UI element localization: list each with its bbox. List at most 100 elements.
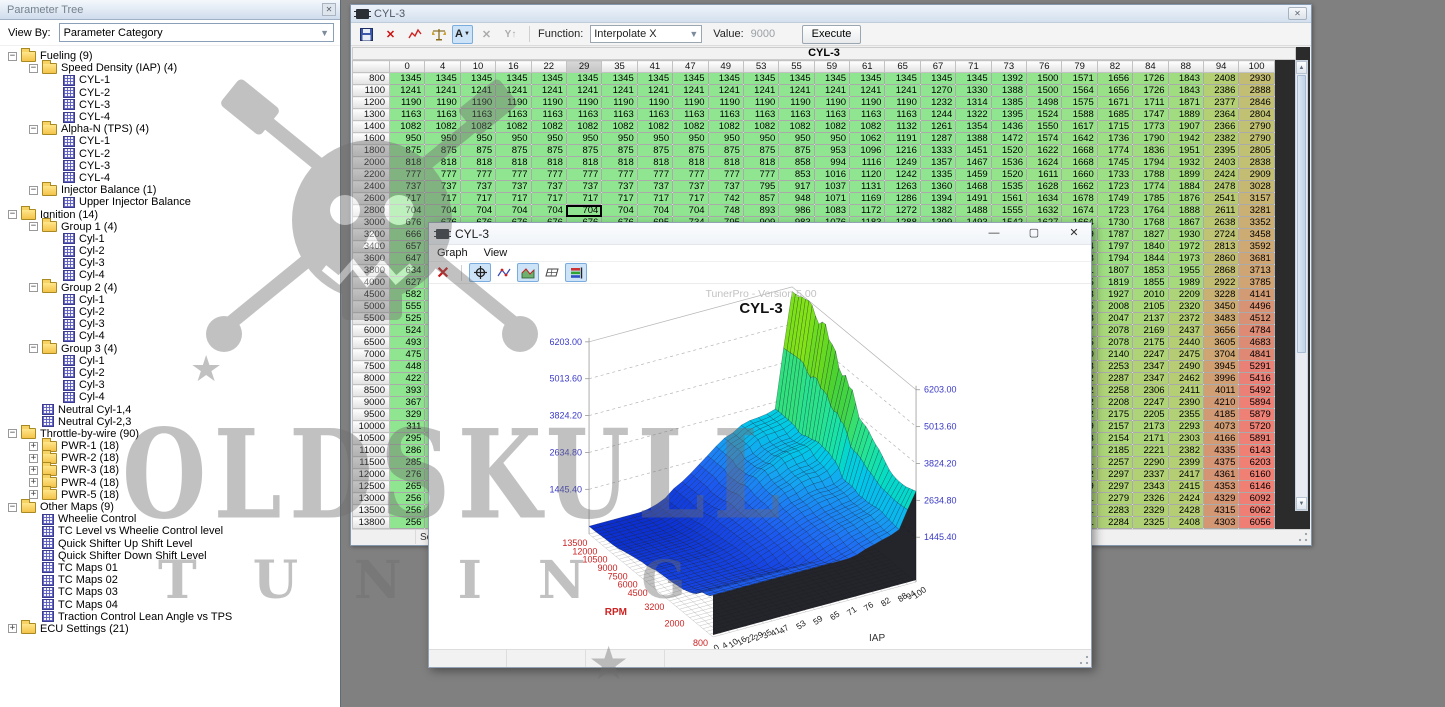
table-cell[interactable]: 2386 bbox=[1203, 85, 1238, 97]
table-cell[interactable]: 950 bbox=[602, 133, 637, 145]
edit-value-button[interactable]: A▼ bbox=[452, 25, 473, 44]
table-cell[interactable]: 1884 bbox=[1168, 181, 1203, 193]
table-cell[interactable]: 1574 bbox=[1027, 133, 1062, 145]
delete-button[interactable]: ✕ bbox=[380, 25, 401, 44]
tree-item[interactable]: +PWR-4 (18) bbox=[2, 477, 340, 489]
table-cell[interactable]: 1575 bbox=[1062, 97, 1097, 109]
table-cell[interactable]: 1249 bbox=[885, 157, 920, 169]
table-cell[interactable]: 6062 bbox=[1239, 505, 1274, 517]
table-cell[interactable]: 1270 bbox=[920, 85, 955, 97]
value-input[interactable]: 9000 bbox=[751, 28, 785, 40]
table-cell[interactable]: 1345 bbox=[779, 73, 814, 85]
table-cell[interactable]: 777 bbox=[496, 169, 531, 181]
color-levels-button[interactable] bbox=[565, 263, 587, 282]
row-header[interactable]: 7000 bbox=[353, 349, 390, 361]
table-cell[interactable]: 1345 bbox=[460, 73, 495, 85]
table-cell[interactable]: 1360 bbox=[920, 181, 955, 193]
table-cell[interactable]: 1241 bbox=[637, 85, 672, 97]
table-cell[interactable]: 1668 bbox=[1062, 157, 1097, 169]
table-cell[interactable]: 1345 bbox=[531, 73, 566, 85]
table-cell[interactable]: 1163 bbox=[390, 109, 425, 121]
table-cell[interactable]: 1836 bbox=[1133, 145, 1168, 157]
table-cell[interactable]: 777 bbox=[425, 169, 460, 181]
table-cell[interactable]: 1082 bbox=[708, 121, 743, 133]
table-cell[interactable]: 795 bbox=[743, 181, 778, 193]
table-cell[interactable]: 256 bbox=[390, 493, 425, 505]
table-cell[interactable]: 3681 bbox=[1239, 253, 1274, 265]
row-header[interactable]: 1200 bbox=[353, 97, 390, 109]
table-cell[interactable]: 2208 bbox=[1097, 397, 1132, 409]
table-cell[interactable]: 2008 bbox=[1097, 301, 1132, 313]
table-cell[interactable]: 4329 bbox=[1203, 493, 1238, 505]
column-header[interactable]: 49 bbox=[708, 61, 743, 73]
table-cell[interactable]: 2105 bbox=[1133, 301, 1168, 313]
column-header[interactable]: 76 bbox=[1027, 61, 1062, 73]
table-cell[interactable]: 893 bbox=[743, 205, 778, 217]
table-cell[interactable]: 1790 bbox=[1133, 133, 1168, 145]
table-cell[interactable]: 2377 bbox=[1203, 97, 1238, 109]
table-cell[interactable]: 737 bbox=[531, 181, 566, 193]
column-header[interactable]: 65 bbox=[885, 61, 920, 73]
tree-item[interactable]: CYL-1 bbox=[2, 135, 340, 147]
table-cell[interactable]: 717 bbox=[637, 193, 672, 205]
table-cell[interactable]: 2372 bbox=[1168, 313, 1203, 325]
table-cell[interactable]: 2287 bbox=[1097, 373, 1132, 385]
table-cell[interactable]: 1930 bbox=[1168, 229, 1203, 241]
table-cell[interactable]: 1794 bbox=[1133, 157, 1168, 169]
table-cell[interactable]: 1335 bbox=[920, 169, 955, 181]
tree-item[interactable]: Wheelie Control bbox=[2, 513, 340, 525]
table-cell[interactable]: 2403 bbox=[1203, 157, 1238, 169]
table-cell[interactable]: 2355 bbox=[1168, 409, 1203, 421]
tree-item[interactable]: −Throttle-by-wire (90) bbox=[2, 428, 340, 440]
table-cell[interactable]: 1774 bbox=[1097, 145, 1132, 157]
table-cell[interactable]: 875 bbox=[743, 145, 778, 157]
table-cell[interactable]: 1382 bbox=[920, 205, 955, 217]
table-cell[interactable]: 818 bbox=[743, 157, 778, 169]
table-cell[interactable]: 953 bbox=[814, 145, 849, 157]
column-header[interactable]: 61 bbox=[850, 61, 885, 73]
table-cell[interactable]: 2303 bbox=[1168, 433, 1203, 445]
collapse-icon[interactable]: − bbox=[8, 210, 17, 219]
table-cell[interactable]: 777 bbox=[637, 169, 672, 181]
table-cell[interactable]: 5891 bbox=[1239, 433, 1274, 445]
table-cell[interactable]: 1972 bbox=[1168, 241, 1203, 253]
expand-icon[interactable]: + bbox=[8, 624, 17, 633]
table-cell[interactable]: 1016 bbox=[814, 169, 849, 181]
table-cell[interactable]: 1656 bbox=[1097, 85, 1132, 97]
table-cell[interactable]: 1330 bbox=[956, 85, 991, 97]
collapse-icon[interactable]: − bbox=[8, 52, 17, 61]
table-cell[interactable]: 3157 bbox=[1239, 193, 1274, 205]
table-cell[interactable]: 1163 bbox=[566, 109, 601, 121]
table-cell[interactable]: 1163 bbox=[708, 109, 743, 121]
table-cell[interactable]: 3281 bbox=[1239, 205, 1274, 217]
table-cell[interactable]: 853 bbox=[779, 169, 814, 181]
table-cell[interactable]: 2724 bbox=[1203, 229, 1238, 241]
table-cell[interactable]: 2364 bbox=[1203, 109, 1238, 121]
table-cell[interactable]: 875 bbox=[779, 145, 814, 157]
table-cell[interactable]: 1163 bbox=[602, 109, 637, 121]
table-cell[interactable]: 717 bbox=[602, 193, 637, 205]
table-cell[interactable]: 986 bbox=[779, 205, 814, 217]
table-cell[interactable]: 1096 bbox=[850, 145, 885, 157]
table-cell[interactable]: 2221 bbox=[1133, 445, 1168, 457]
table-cell[interactable]: 295 bbox=[390, 433, 425, 445]
table-cell[interactable]: 475 bbox=[390, 349, 425, 361]
table-cell[interactable]: 1163 bbox=[779, 109, 814, 121]
tree-item[interactable]: −Ignition (14) bbox=[2, 208, 340, 220]
table-cell[interactable]: 717 bbox=[531, 193, 566, 205]
tree-item[interactable]: −Injector Balance (1) bbox=[2, 184, 340, 196]
table-cell[interactable]: 3713 bbox=[1239, 265, 1274, 277]
table-cell[interactable]: 875 bbox=[390, 145, 425, 157]
table-cell[interactable]: 1163 bbox=[673, 109, 708, 121]
table-cell[interactable]: 1241 bbox=[531, 85, 566, 97]
table-cell[interactable]: 1345 bbox=[390, 73, 425, 85]
table-cell[interactable]: 3945 bbox=[1203, 361, 1238, 373]
menu-view[interactable]: View bbox=[484, 247, 508, 259]
table-cell[interactable]: 1876 bbox=[1168, 193, 1203, 205]
table-cell[interactable]: 857 bbox=[743, 193, 778, 205]
table-cell[interactable]: 1241 bbox=[814, 85, 849, 97]
table-cell[interactable]: 818 bbox=[637, 157, 672, 169]
row-header[interactable]: 2400 bbox=[353, 181, 390, 193]
row-header[interactable]: 1100 bbox=[353, 85, 390, 97]
table-cell[interactable]: 717 bbox=[390, 193, 425, 205]
